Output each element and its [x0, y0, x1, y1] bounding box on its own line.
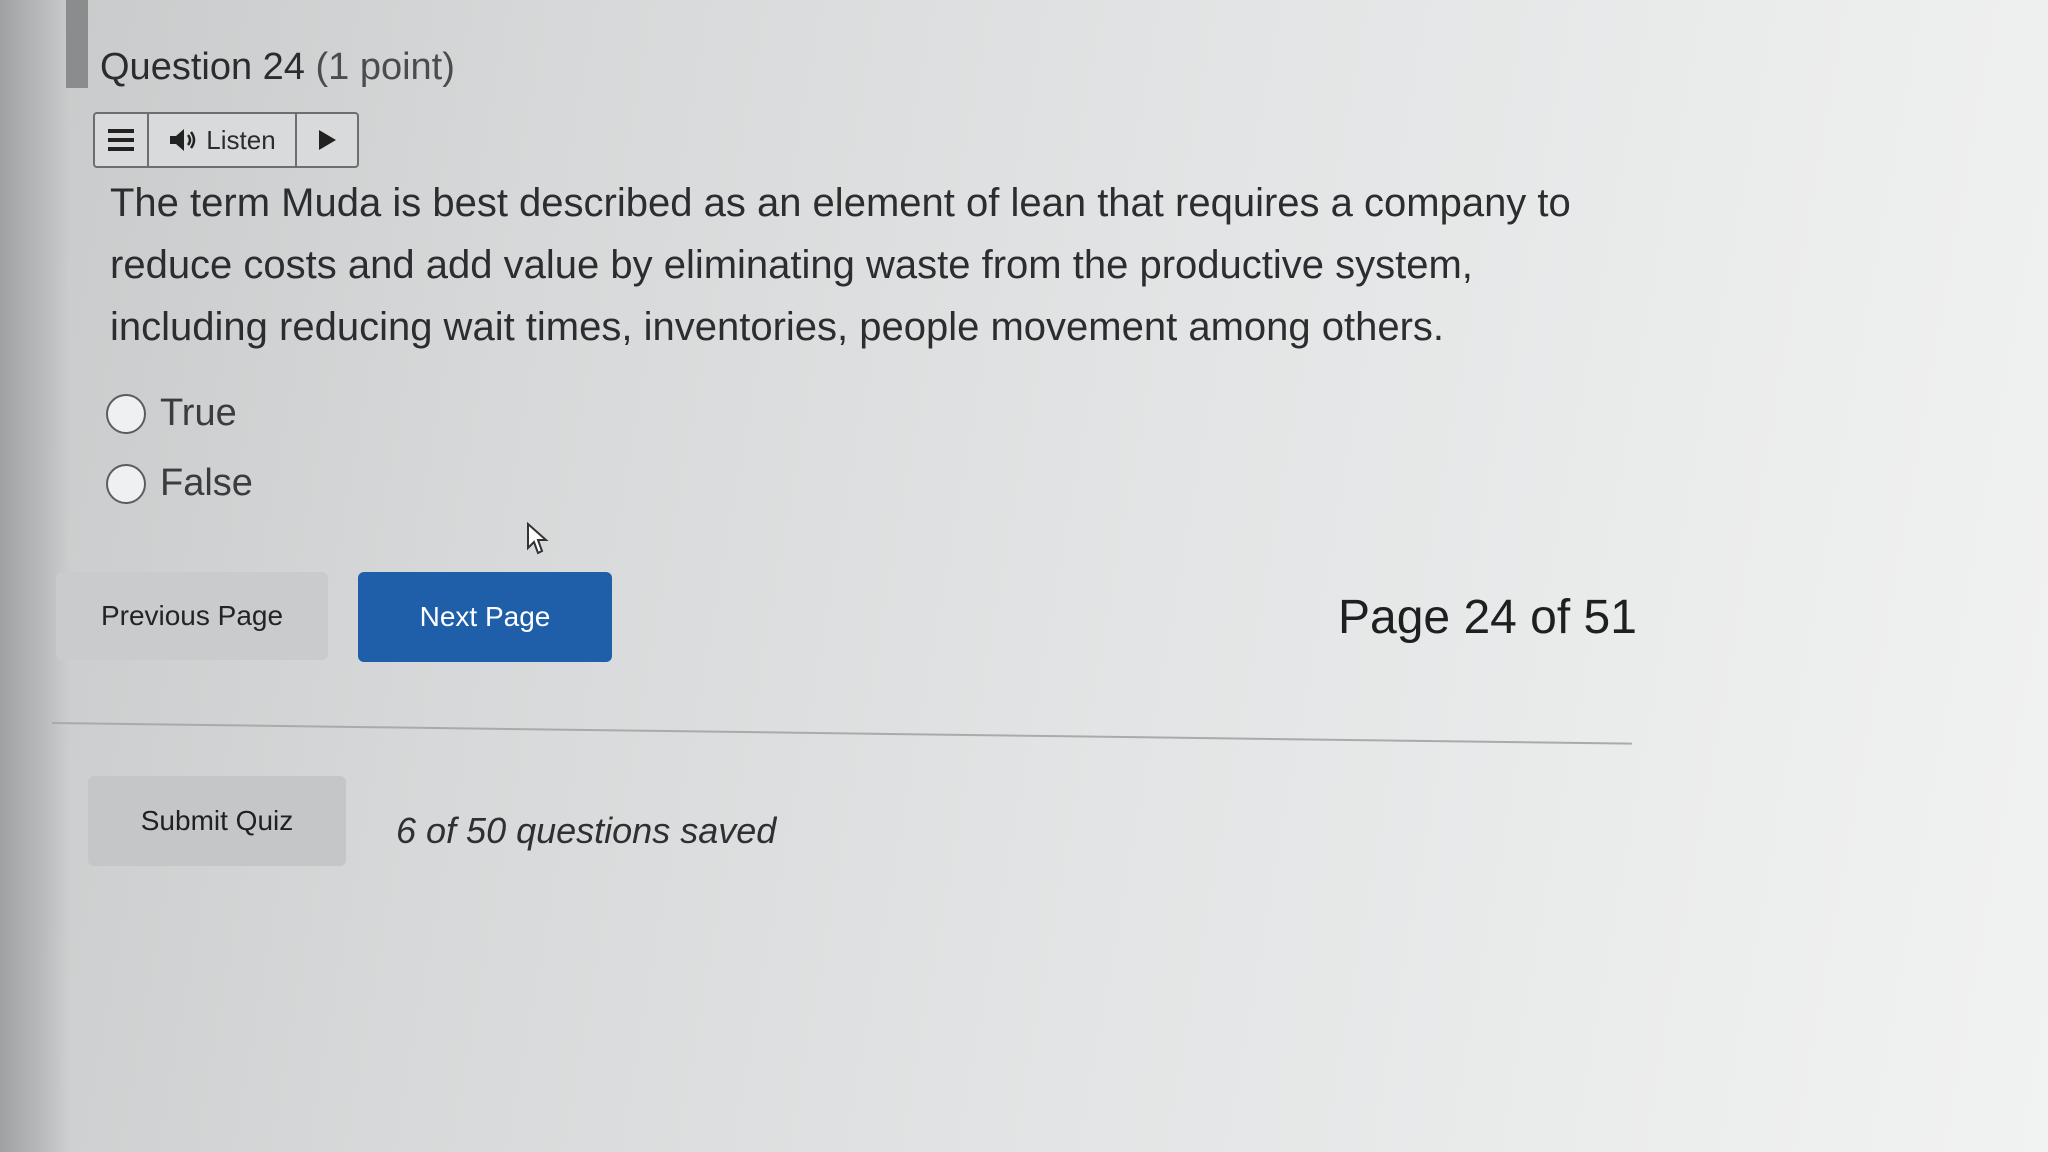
listen-toolbar: Listen	[93, 112, 359, 168]
option-true-label: True	[160, 392, 237, 434]
option-false-label: False	[160, 462, 253, 504]
mouse-cursor-icon	[527, 522, 549, 555]
previous-page-button[interactable]: Previous Page	[56, 572, 328, 660]
toolbar-menu-button[interactable]	[95, 114, 149, 166]
submit-quiz-button[interactable]: Submit Quiz	[88, 776, 346, 866]
play-button[interactable]	[297, 114, 357, 166]
radio-false[interactable]	[106, 463, 146, 504]
option-false[interactable]: False	[106, 462, 253, 505]
page-indicator: Page 24 of 51	[1338, 591, 1637, 644]
question-text: The term Muda is best described as an el…	[110, 181, 1571, 349]
question-points: (1 point)	[315, 46, 455, 88]
section-divider	[51, 722, 1632, 745]
left-accent-bar	[66, 0, 88, 88]
saved-status: 6 of 50 questions saved	[396, 810, 777, 851]
menu-icon	[108, 129, 134, 151]
listen-button[interactable]: Listen	[149, 114, 297, 166]
speaker-icon	[170, 129, 196, 151]
listen-label: Listen	[206, 124, 276, 155]
radio-true[interactable]	[106, 393, 146, 434]
question-heading: Question 24 (1 point)	[100, 46, 455, 89]
option-true[interactable]: True	[106, 392, 237, 435]
question-number: Question 24	[100, 46, 305, 88]
play-icon	[319, 130, 336, 150]
next-page-button[interactable]: Next Page	[358, 572, 612, 662]
